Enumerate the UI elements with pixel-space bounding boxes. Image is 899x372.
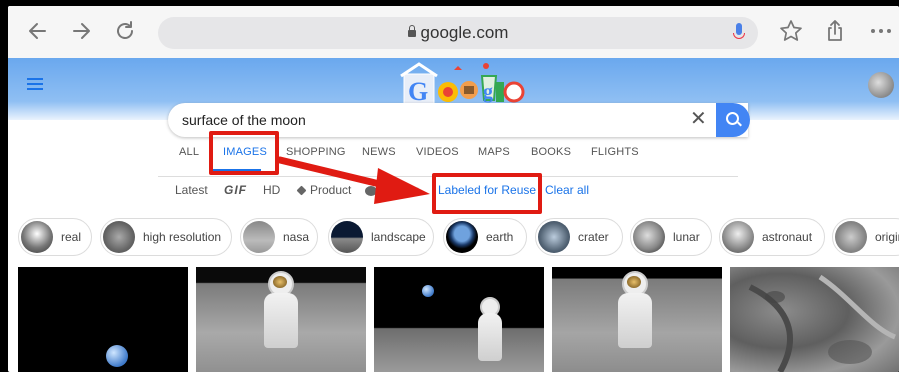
image-result-moon-surface[interactable] xyxy=(730,267,899,372)
clear-all-link[interactable]: Clear all xyxy=(545,183,589,197)
filter-latest[interactable]: Latest xyxy=(175,183,208,197)
chip-earth[interactable]: earth xyxy=(443,218,527,256)
chip-thumbnail xyxy=(331,221,363,253)
account-avatar[interactable] xyxy=(868,72,894,98)
chip-label: astronaut xyxy=(762,230,813,244)
svg-text:G: G xyxy=(408,77,428,106)
image-result-astronaut-1[interactable] xyxy=(196,267,366,372)
chip-label: nasa xyxy=(283,230,310,244)
address-bar[interactable]: google.com xyxy=(158,17,758,49)
image-result-astronaut-3[interactable] xyxy=(552,267,722,372)
search-query: surface of the moon xyxy=(182,112,306,128)
chip-origin[interactable]: origin xyxy=(832,218,899,256)
tab-all[interactable]: ALL xyxy=(179,146,199,158)
hamburger-menu-icon[interactable] xyxy=(27,78,43,80)
chip-high-resolution[interactable]: high resolution xyxy=(100,218,232,256)
chip-real[interactable]: real xyxy=(18,218,92,256)
highlight-box-labeled-for-reuse xyxy=(432,173,542,214)
chip-thumbnail xyxy=(538,221,570,253)
microphone-icon[interactable] xyxy=(733,23,745,39)
google-doodle-logo[interactable]: G g xyxy=(396,60,526,108)
chip-lunar[interactable]: lunar xyxy=(630,218,712,256)
tab-books[interactable]: BOOKS xyxy=(531,146,571,158)
earth-graphic xyxy=(422,285,434,297)
url-text: google.com xyxy=(420,23,509,42)
chip-label: landscape xyxy=(371,230,426,244)
forward-arrow-icon[interactable] xyxy=(68,18,94,44)
lock-icon xyxy=(407,25,416,37)
chip-label: high resolution xyxy=(143,230,222,244)
back-arrow-icon[interactable] xyxy=(25,18,51,44)
annotation-arrow-icon xyxy=(278,156,430,204)
share-icon[interactable] xyxy=(822,18,848,44)
chip-label: crater xyxy=(578,230,609,244)
chip-label: origin xyxy=(875,230,899,244)
chip-label: lunar xyxy=(673,230,700,244)
crater-texture-graphic xyxy=(748,274,897,372)
more-icon[interactable] xyxy=(868,18,894,44)
browser-window: google.com G g surface of the moon ✕ ALL… xyxy=(8,6,899,372)
image-result-earthrise[interactable] xyxy=(18,267,188,372)
chip-thumbnail xyxy=(21,221,53,253)
filter-gif[interactable]: GIF xyxy=(224,183,247,197)
star-icon[interactable] xyxy=(778,18,804,44)
chip-thumbnail xyxy=(103,221,135,253)
tab-flights[interactable]: FLIGHTS xyxy=(591,146,639,158)
chip-thumbnail xyxy=(633,221,665,253)
chip-thumbnail xyxy=(835,221,867,253)
highlight-box-images xyxy=(209,131,279,175)
chip-thumbnail xyxy=(722,221,754,253)
search-button[interactable] xyxy=(716,103,750,137)
tab-maps[interactable]: MAPS xyxy=(478,146,510,158)
browser-toolbar: google.com xyxy=(8,6,899,58)
chip-thumbnail xyxy=(446,221,478,253)
chip-crater[interactable]: crater xyxy=(535,218,623,256)
svg-text:g: g xyxy=(483,81,493,103)
chip-landscape[interactable]: landscape xyxy=(328,218,434,256)
chip-label: real xyxy=(61,230,82,244)
chip-thumbnail xyxy=(243,221,275,253)
reload-icon[interactable] xyxy=(112,18,138,44)
image-result-astronaut-2[interactable] xyxy=(374,267,544,372)
search-icon xyxy=(726,112,739,125)
chip-astronaut[interactable]: astronaut xyxy=(719,218,825,256)
earth-graphic xyxy=(106,345,128,367)
chip-label: earth xyxy=(486,230,514,244)
chip-nasa[interactable]: nasa xyxy=(240,218,318,256)
clear-search-icon[interactable]: ✕ xyxy=(690,109,707,129)
